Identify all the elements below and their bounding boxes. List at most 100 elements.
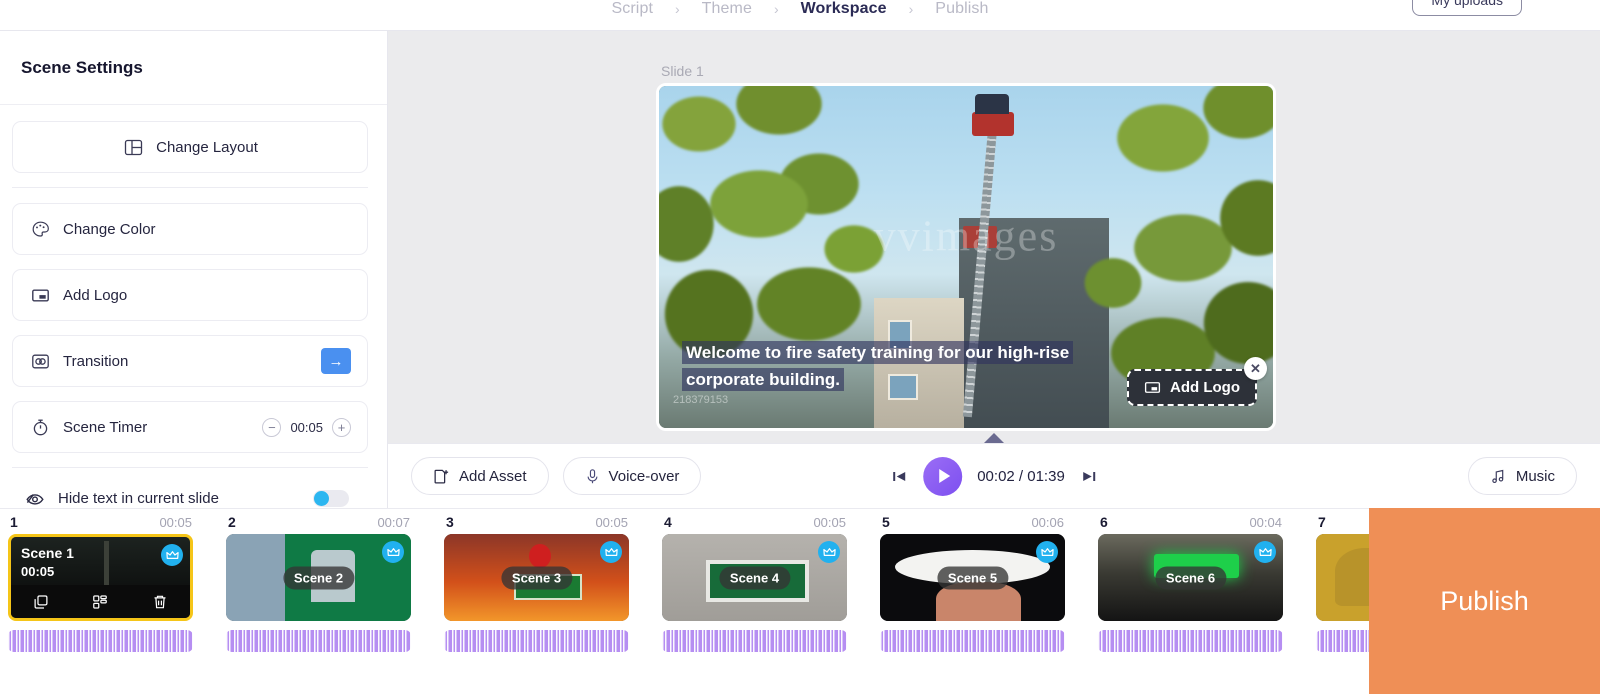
scene-thumbnail[interactable]: Scene 6 — [1098, 534, 1283, 621]
publish-panel[interactable]: Publish — [1369, 508, 1600, 694]
publish-label: Publish — [1440, 585, 1529, 616]
scene-number: 7 — [1318, 514, 1326, 530]
scene-duration: 00:05 — [159, 515, 192, 530]
caption-line-1: Welcome to fire safety training for our … — [682, 340, 1074, 364]
transition-icon — [29, 350, 51, 372]
change-layout-button[interactable]: Change Layout — [12, 121, 368, 173]
stock-id-label: 218379153 — [673, 394, 729, 406]
add-logo-overlay[interactable]: Add Logo ✕ — [1127, 357, 1267, 406]
breadcrumb-step-theme[interactable]: Theme — [702, 0, 752, 18]
sidebar-title: Scene Settings — [21, 57, 143, 77]
add-logo-button[interactable]: Add Logo — [12, 269, 368, 321]
scene-waveform[interactable] — [444, 630, 629, 652]
app-root: Script › Theme › Workspace › Publish My … — [0, 0, 1600, 694]
change-layout-label: Change Layout — [156, 138, 258, 156]
toggle-knob — [314, 490, 329, 506]
scene-tag: Scene 3 — [500, 566, 573, 589]
scene-thumbnail[interactable]: Scene 4 — [662, 534, 847, 621]
hide-text-toggle[interactable] — [313, 489, 349, 507]
sidebar-header: Scene Settings — [0, 31, 387, 105]
play-button[interactable] — [923, 456, 963, 496]
play-icon — [938, 469, 950, 483]
hide-text-label: Hide text in current slide — [58, 489, 219, 507]
scene-thumbnail[interactable]: Scene 2 — [226, 534, 411, 621]
scene-meta: 6 00:04 — [1098, 514, 1283, 534]
scene-card-6[interactable]: 6 00:04 Scene 6 — [1098, 509, 1316, 652]
skip-next-icon[interactable] — [1080, 468, 1097, 485]
add-logo-overlay-icon — [1144, 379, 1161, 396]
breadcrumb-step-script[interactable]: Script — [612, 0, 654, 18]
caption-line-2: corporate building. — [682, 368, 844, 392]
scene-waveform[interactable] — [226, 630, 411, 652]
skip-previous-icon[interactable] — [891, 468, 908, 485]
close-icon[interactable]: ✕ — [1244, 357, 1267, 380]
transition-button[interactable]: Transition → — [12, 335, 368, 387]
add-logo-icon — [29, 284, 51, 306]
music-button[interactable]: Music — [1467, 457, 1577, 495]
ladder-bucket-graphic — [972, 112, 1014, 136]
scene-timer-row[interactable]: Scene Timer − 00:05 + — [12, 401, 368, 453]
scene-tag: Scene 6 — [1154, 566, 1227, 589]
slide-preview[interactable]: vvimages 218379153 Welcome to fire safet… — [656, 83, 1276, 431]
premium-crown-icon — [600, 541, 622, 563]
change-color-button[interactable]: Change Color — [12, 203, 368, 255]
breadcrumb-separator: › — [675, 1, 680, 17]
scene-list: 1 00:05 Scene 1 00:05 2 00:07 Scene 2 3 … — [0, 509, 1600, 652]
scene-duration: 00:06 — [1031, 515, 1064, 530]
premium-crown-icon — [818, 541, 840, 563]
delete-icon[interactable] — [152, 594, 168, 610]
firefighter-graphic — [975, 94, 1009, 114]
scene-duration: 00:04 — [1249, 515, 1282, 530]
scene-card-3[interactable]: 3 00:05 Scene 3 — [444, 509, 662, 652]
top-bar: Script › Theme › Workspace › Publish My … — [0, 0, 1600, 31]
timer-increase-button[interactable]: + — [332, 417, 351, 437]
resize-handle[interactable] — [984, 433, 1004, 443]
selected-scene-duration: 00:05 — [21, 564, 55, 580]
scene-meta: 1 00:05 — [8, 514, 193, 534]
scene-duration: 00:05 — [813, 515, 846, 530]
premium-crown-icon — [161, 544, 183, 566]
scene-card-4[interactable]: 4 00:05 Scene 4 — [662, 509, 880, 652]
breadcrumb: Script › Theme › Workspace › Publish — [612, 0, 989, 18]
layout-swap-icon[interactable] — [92, 594, 108, 610]
scene-card-2[interactable]: 2 00:07 Scene 2 — [226, 509, 444, 652]
transition-apply-button[interactable]: → — [321, 348, 351, 374]
slide-caption[interactable]: Welcome to fire safety training for our … — [682, 339, 1152, 394]
breadcrumb-separator: › — [908, 1, 914, 17]
voice-over-button[interactable]: Voice-over — [562, 457, 702, 495]
scene-waveform[interactable] — [8, 630, 193, 652]
scene-thumbnail[interactable]: Scene 1 00:05 — [8, 534, 193, 621]
scene-tag: Scene 2 — [282, 566, 355, 589]
breadcrumb-step-publish[interactable]: Publish — [935, 0, 988, 18]
scene-tag: Scene 4 — [718, 566, 791, 589]
scene-waveform[interactable] — [1098, 630, 1283, 652]
selected-scene-title: Scene 1 00:05 — [21, 543, 74, 582]
scene-thumbnail[interactable]: Scene 5 — [880, 534, 1065, 621]
slide-label: Slide 1 — [661, 63, 704, 79]
scene-waveform[interactable] — [662, 630, 847, 652]
canvas-area: Slide 1 vvimages 218379153 Welcome to fi… — [388, 31, 1600, 443]
playbar-right-group: Music — [1467, 457, 1577, 495]
scene-waveform[interactable] — [880, 630, 1065, 652]
music-label: Music — [1515, 467, 1555, 485]
scene-timer-value: 00:05 — [290, 419, 323, 435]
breadcrumb-step-workspace[interactable]: Workspace — [801, 0, 887, 18]
timer-decrease-button[interactable]: − — [262, 417, 282, 437]
tree-left-graphic — [659, 86, 889, 374]
scene-settings-sidebar: Scene Settings Change Layout Change Colo… — [0, 31, 388, 508]
my-uploads-button[interactable]: My uploads — [1412, 0, 1522, 16]
music-note-icon — [1490, 468, 1507, 485]
duplicate-icon[interactable] — [33, 594, 49, 610]
add-asset-button[interactable]: Add Asset — [411, 457, 549, 495]
scene-actions — [11, 585, 190, 618]
scene-thumbnail[interactable]: Scene 3 — [444, 534, 629, 621]
scene-card-5[interactable]: 5 00:06 Scene 5 — [880, 509, 1098, 652]
add-logo-label: Add Logo — [63, 286, 128, 304]
sidebar-options: Change Layout Change Color Add Logo Tran… — [0, 105, 387, 513]
timer-icon — [29, 416, 51, 438]
scene-timer-label: Scene Timer — [63, 418, 148, 436]
premium-crown-icon — [1254, 541, 1276, 563]
scene-card-1[interactable]: 1 00:05 Scene 1 00:05 — [8, 509, 226, 652]
playback-controls: 00:02 / 01:39 — [891, 456, 1097, 496]
stock-watermark: vvimages — [873, 211, 1059, 261]
